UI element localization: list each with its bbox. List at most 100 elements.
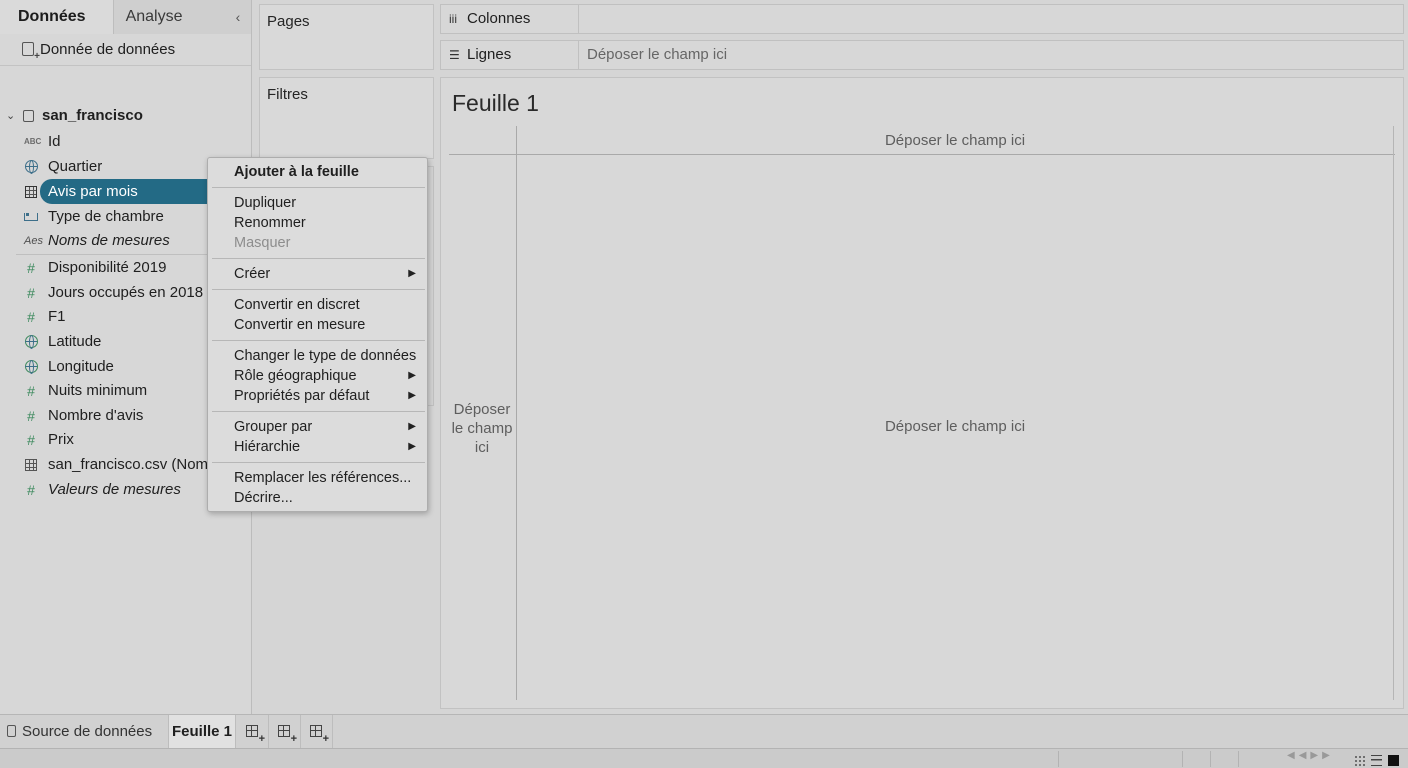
globe-icon bbox=[24, 155, 38, 181]
menu-item-hierarchy[interactable]: Hiérarchie ▶ bbox=[208, 437, 427, 457]
show-filmstrip-icon[interactable] bbox=[1371, 754, 1382, 766]
tab-data-source-label: Source de données bbox=[22, 723, 153, 740]
columns-shelf[interactable]: iii Colonnes bbox=[440, 4, 1404, 34]
field-label: Id bbox=[48, 133, 61, 150]
status-divider bbox=[1182, 751, 1183, 767]
status-divider bbox=[1058, 751, 1059, 767]
filters-card-title: Filtres bbox=[267, 86, 308, 103]
worksheet-title[interactable]: Feuille 1 bbox=[452, 90, 539, 117]
filters-card[interactable]: Filtres bbox=[259, 77, 434, 159]
menu-item-rename[interactable]: Renommer bbox=[208, 213, 427, 233]
sheet-view-toggles bbox=[1354, 751, 1405, 768]
menu-item-change-data-type[interactable]: Changer le type de données bbox=[208, 346, 427, 366]
new-story-button[interactable] bbox=[301, 715, 333, 749]
submenu-arrow-icon: ▶ bbox=[408, 421, 416, 432]
show-sheet-sorter-icon[interactable] bbox=[1354, 754, 1365, 766]
menu-item-default-props-label: Propriétés par défaut bbox=[234, 388, 370, 404]
menu-separator bbox=[212, 462, 425, 463]
view-drop-zone[interactable]: Déposer le champ ici bbox=[517, 418, 1393, 435]
new-worksheet-button[interactable] bbox=[237, 715, 269, 749]
columns-shelf-label: iii Colonnes bbox=[441, 5, 579, 33]
menu-item-group-by-label: Grouper par bbox=[234, 419, 313, 435]
menu-item-default-properties[interactable]: Propriétés par défaut ▶ bbox=[208, 386, 427, 406]
menu-item-group-by[interactable]: Grouper par ▶ bbox=[208, 417, 427, 437]
menu-item-geographic-role[interactable]: Rôle géographique ▶ bbox=[208, 366, 427, 386]
menu-item-add-to-sheet[interactable]: Ajouter à la feuille bbox=[208, 162, 427, 182]
field-label: Avis par mois bbox=[48, 183, 138, 200]
number-icon: # bbox=[27, 285, 35, 301]
status-bar: ◀◀▶▶ bbox=[0, 748, 1408, 768]
field-label: Latitude bbox=[48, 333, 102, 350]
menu-separator bbox=[212, 340, 425, 341]
menu-separator bbox=[212, 411, 425, 412]
menu-separator bbox=[212, 258, 425, 259]
menu-item-create-label: Créer bbox=[234, 266, 271, 282]
tab-data[interactable]: Données bbox=[0, 0, 113, 34]
menu-separator bbox=[212, 187, 425, 188]
submenu-arrow-icon: ▶ bbox=[408, 441, 416, 452]
new-dashboard-icon bbox=[278, 725, 297, 744]
row-header-drop-zone[interactable]: Déposer le champ ici bbox=[449, 400, 515, 457]
menu-item-convert-discrete[interactable]: Convertir en discret bbox=[208, 295, 427, 315]
field-label: Nombre d'avis bbox=[48, 407, 144, 424]
tab-data-source[interactable]: Source de données bbox=[7, 715, 152, 749]
rows-icon: ☰ bbox=[449, 48, 460, 62]
field-label: Jours occupés en 2018 bbox=[48, 284, 204, 301]
field-label: Quartier bbox=[48, 158, 103, 175]
pages-card[interactable]: Pages bbox=[259, 4, 434, 70]
field-id[interactable]: ABC Id bbox=[0, 130, 252, 154]
field-context-menu: Ajouter à la feuille Dupliquer Renommer … bbox=[207, 157, 428, 512]
data-source-item[interactable]: Donnée de données bbox=[0, 34, 251, 66]
table-grid-icon bbox=[24, 453, 38, 477]
tab-sheet-1[interactable]: Feuille 1 bbox=[168, 715, 236, 749]
field-label: Valeurs de mesures bbox=[48, 481, 181, 498]
number-icon: # bbox=[27, 482, 35, 498]
menu-item-hide: Masquer bbox=[234, 235, 291, 251]
menu-item-hierarchy-label: Hiérarchie bbox=[234, 439, 301, 455]
sheet-tab-bar: Source de données Feuille 1 bbox=[0, 714, 1408, 749]
columns-icon: iii bbox=[449, 12, 457, 26]
field-label: san_francisco.csv (Nomb bbox=[48, 456, 217, 473]
menu-item-duplicate[interactable]: Dupliquer bbox=[208, 193, 427, 213]
number-icon: # bbox=[27, 383, 35, 399]
field-label: F1 bbox=[48, 308, 66, 325]
abc-icon: ABC bbox=[24, 137, 42, 146]
rows-drop-zone[interactable]: Déposer le champ ici bbox=[587, 41, 727, 69]
chevron-down-icon[interactable]: ⌄ bbox=[6, 104, 15, 128]
rows-label-text: Lignes bbox=[467, 46, 512, 63]
column-header-drop-zone[interactable]: Déposer le champ ici bbox=[441, 132, 1403, 149]
menu-item-create[interactable]: Créer ▶ bbox=[208, 264, 427, 284]
field-label: Longitude bbox=[48, 358, 114, 375]
datasource-root[interactable]: ⌄ san_francisco bbox=[0, 104, 252, 128]
new-worksheet-icon bbox=[246, 725, 265, 744]
abc-italic-icon: Aes bbox=[24, 235, 43, 247]
pages-card-title: Pages bbox=[267, 13, 310, 30]
rows-shelf[interactable]: ☰ Lignes Déposer le champ ici bbox=[440, 40, 1404, 70]
menu-item-convert-measure[interactable]: Convertir en mesure bbox=[208, 315, 427, 335]
number-icon: # bbox=[27, 260, 35, 276]
menu-item-describe[interactable]: Décrire... bbox=[208, 488, 427, 508]
collapse-pane-icon[interactable]: ‹ bbox=[231, 0, 245, 34]
bed-icon bbox=[24, 205, 38, 229]
field-label: Nuits minimum bbox=[48, 382, 148, 399]
globe-icon bbox=[24, 330, 38, 356]
menu-item-replace-references[interactable]: Remplacer les références... bbox=[208, 468, 427, 488]
new-data-source-icon bbox=[22, 42, 40, 62]
data-pane-tabs: Données Analyse ‹ bbox=[0, 0, 251, 34]
globe-icon bbox=[24, 355, 38, 381]
database-icon bbox=[7, 725, 16, 737]
tab-analytics[interactable]: Analyse ‹ bbox=[112, 0, 251, 34]
rows-shelf-label: ☰ Lignes bbox=[441, 41, 579, 69]
submenu-arrow-icon: ▶ bbox=[408, 370, 416, 381]
number-icon: # bbox=[27, 309, 35, 325]
worksheet-view[interactable]: Feuille 1 Déposer le champ ici Déposer l… bbox=[440, 77, 1404, 709]
number-icon: # bbox=[27, 432, 35, 448]
field-label: Type de chambre bbox=[48, 208, 164, 225]
sheet-navigation-arrows[interactable]: ◀◀▶▶ bbox=[1287, 750, 1334, 761]
view-right-border bbox=[1393, 126, 1394, 700]
row-header-divider bbox=[516, 126, 517, 700]
new-dashboard-button[interactable] bbox=[269, 715, 301, 749]
database-icon bbox=[23, 110, 34, 122]
datasource-root-label: san_francisco bbox=[42, 107, 143, 124]
show-tabs-icon[interactable] bbox=[1388, 754, 1399, 766]
